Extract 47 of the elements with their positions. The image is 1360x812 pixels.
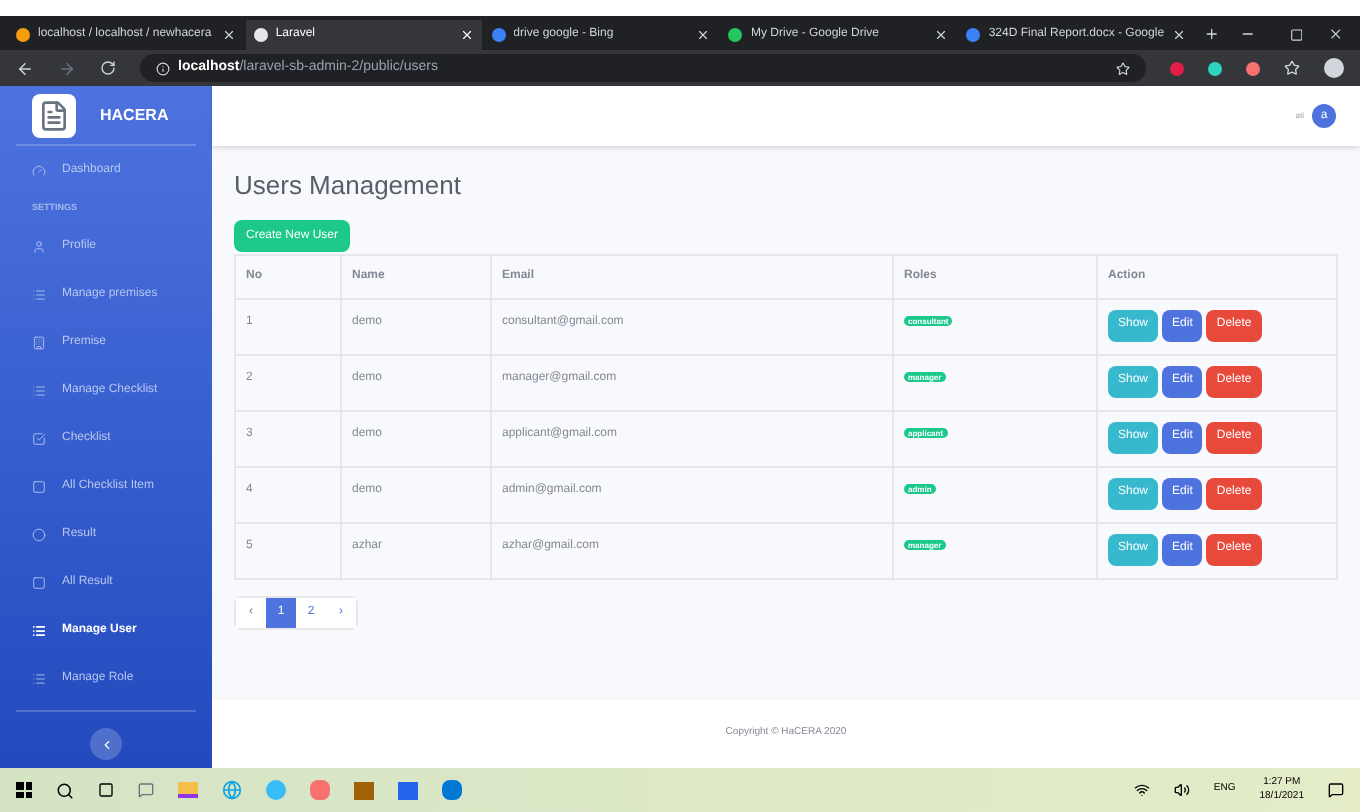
favorites-icon[interactable] (1284, 60, 1300, 76)
close-icon[interactable] (696, 28, 711, 42)
menu-icon (32, 163, 46, 177)
menu-icon (32, 287, 46, 301)
menu-icon (32, 671, 46, 685)
photos-icon[interactable] (398, 781, 418, 799)
forward-icon[interactable] (58, 59, 76, 77)
extension-icon[interactable] (1208, 61, 1222, 75)
favicon-icon (728, 28, 743, 42)
favicon-icon (253, 28, 268, 42)
menu-icon (32, 575, 46, 589)
task-view-icon[interactable] (98, 782, 114, 798)
search-icon[interactable] (56, 781, 74, 799)
logo-icon (32, 93, 76, 137)
close-icon[interactable] (1172, 28, 1187, 42)
close-window-icon[interactable] (1328, 26, 1344, 42)
menu-icon (32, 335, 46, 349)
network-icon[interactable] (1133, 782, 1150, 798)
reload-icon[interactable] (100, 60, 116, 76)
close-icon[interactable] (934, 28, 949, 42)
start-icon[interactable] (16, 782, 32, 798)
volume-icon[interactable] (1173, 782, 1190, 798)
new-tab-icon[interactable] (1204, 26, 1220, 42)
menu-icon (32, 431, 46, 445)
folder-icon[interactable] (178, 782, 198, 798)
menu-icon (32, 527, 46, 541)
close-icon[interactable] (221, 28, 236, 42)
extension-icon[interactable] (1246, 61, 1260, 75)
chevron-left-icon (99, 737, 113, 751)
info-icon (156, 61, 170, 75)
chat-icon[interactable] (138, 782, 154, 798)
code-editor-icon[interactable] (442, 780, 462, 800)
app-icon[interactable] (354, 781, 374, 799)
menu-icon (32, 623, 46, 637)
brand-name: HACERA (100, 103, 169, 127)
favicon-icon (491, 28, 506, 42)
bookmark-icon[interactable] (1116, 61, 1130, 75)
favicon-icon (966, 28, 981, 42)
menu-icon (32, 239, 46, 253)
maximize-icon[interactable] (1289, 28, 1303, 42)
back-icon[interactable] (16, 59, 34, 77)
profile-icon[interactable] (1324, 58, 1344, 78)
menu-icon (32, 383, 46, 397)
menu-icon (32, 479, 46, 493)
favicon-icon (16, 28, 30, 42)
page-title: Users Management (234, 168, 463, 204)
notifications-icon[interactable] (1328, 782, 1344, 798)
